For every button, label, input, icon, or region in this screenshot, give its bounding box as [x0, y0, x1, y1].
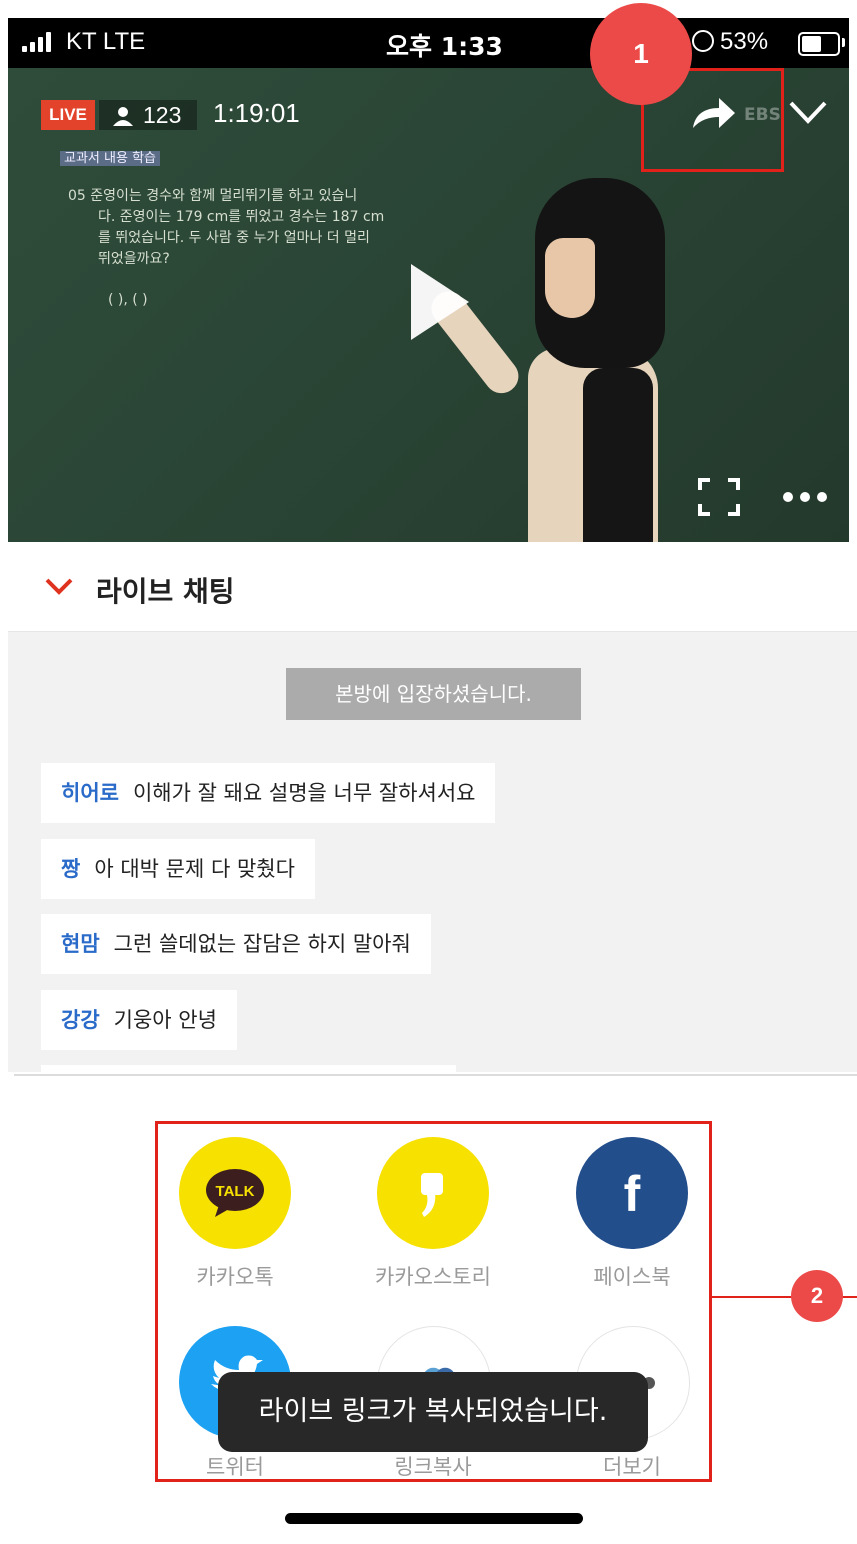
chat-nick[interactable]: 짱: [61, 857, 80, 881]
live-badge: LIVE: [41, 100, 95, 130]
board-line: 뛰었을까요?: [98, 251, 170, 267]
annotation-marker-1: 1: [590, 3, 692, 105]
chat-text: 기웅아 안녕: [113, 1008, 217, 1032]
annotation-marker-2: 2: [791, 1270, 843, 1322]
board-line: 다. 준영이는 179 cm를 뛰었고 경수는 187 cm: [98, 209, 385, 225]
chat-header[interactable]: 라이브 채팅: [8, 542, 857, 632]
chat-text: 이해가 잘 돼요 설명을 너무 잘하셔서요: [132, 781, 476, 805]
signal-icon: [22, 32, 51, 52]
battery-tip: [842, 38, 845, 47]
status-time: 오후 1:33: [386, 32, 503, 61]
annotation-callout-line: [841, 1296, 857, 1298]
chat-message: 히어로 이해가 잘 돼요 설명을 너무 잘하셔서요: [41, 763, 496, 823]
chat-area[interactable]: 본방에 입장하셨습니다. 히어로 이해가 잘 돼요 설명을 너무 잘하셔서요 짱아…: [8, 632, 857, 1075]
chat-nick[interactable]: 히어로: [61, 781, 119, 805]
elapsed-time: 1:19:01: [213, 98, 300, 128]
more-options-icon[interactable]: [781, 490, 829, 504]
chat-message: 짱 아 대박 문제 다 맞췄다: [41, 839, 315, 899]
battery-icon: [798, 32, 840, 56]
chevron-down-icon[interactable]: [788, 92, 828, 132]
chat-text: 아 대박 문제 다 맞췄다: [94, 857, 295, 881]
chat-nick[interactable]: 현맘: [61, 932, 100, 956]
chat-message: 현맘 그런 쓸데없는 잡담은 하지 말아줘: [41, 914, 431, 974]
person-icon: [113, 107, 133, 126]
fullscreen-icon[interactable]: [698, 478, 740, 516]
enter-notice: 본방에 입장하셨습니다.: [286, 668, 581, 720]
status-bar: KT LTE 오후 1:33 53%: [8, 18, 849, 68]
rotation-lock-icon: [692, 30, 714, 52]
board-line: 를 뛰었습니다. 두 사람 중 누가 얼마나 더 멀리: [98, 230, 370, 246]
carrier-label: KT LTE: [66, 28, 146, 55]
teacher-face: [545, 238, 595, 318]
viewer-count-value: 123: [143, 102, 182, 128]
chat-message: 강강 기웅아 안녕: [41, 990, 237, 1050]
chat-title: 라이브 채팅: [96, 575, 235, 608]
chat-text: 그런 쓸데없는 잡담은 하지 말아줘: [113, 932, 411, 956]
board-line: 05 준영이는 경수와 함께 멀리뛰기를 하고 있습니: [68, 188, 358, 204]
play-icon[interactable]: [411, 264, 469, 340]
chevron-down-icon[interactable]: [44, 576, 74, 596]
viewer-count: 123: [99, 100, 197, 130]
home-indicator[interactable]: [285, 1513, 583, 1524]
board-heading: 교과서 내용 학습: [60, 151, 160, 166]
board-line: ( ), ( ): [108, 292, 148, 308]
chat-nick[interactable]: 강강: [61, 1008, 100, 1032]
highlight-box-share-sheet: [155, 1121, 712, 1482]
battery-percent: 53%: [720, 28, 769, 55]
teacher-vest: [583, 368, 653, 542]
